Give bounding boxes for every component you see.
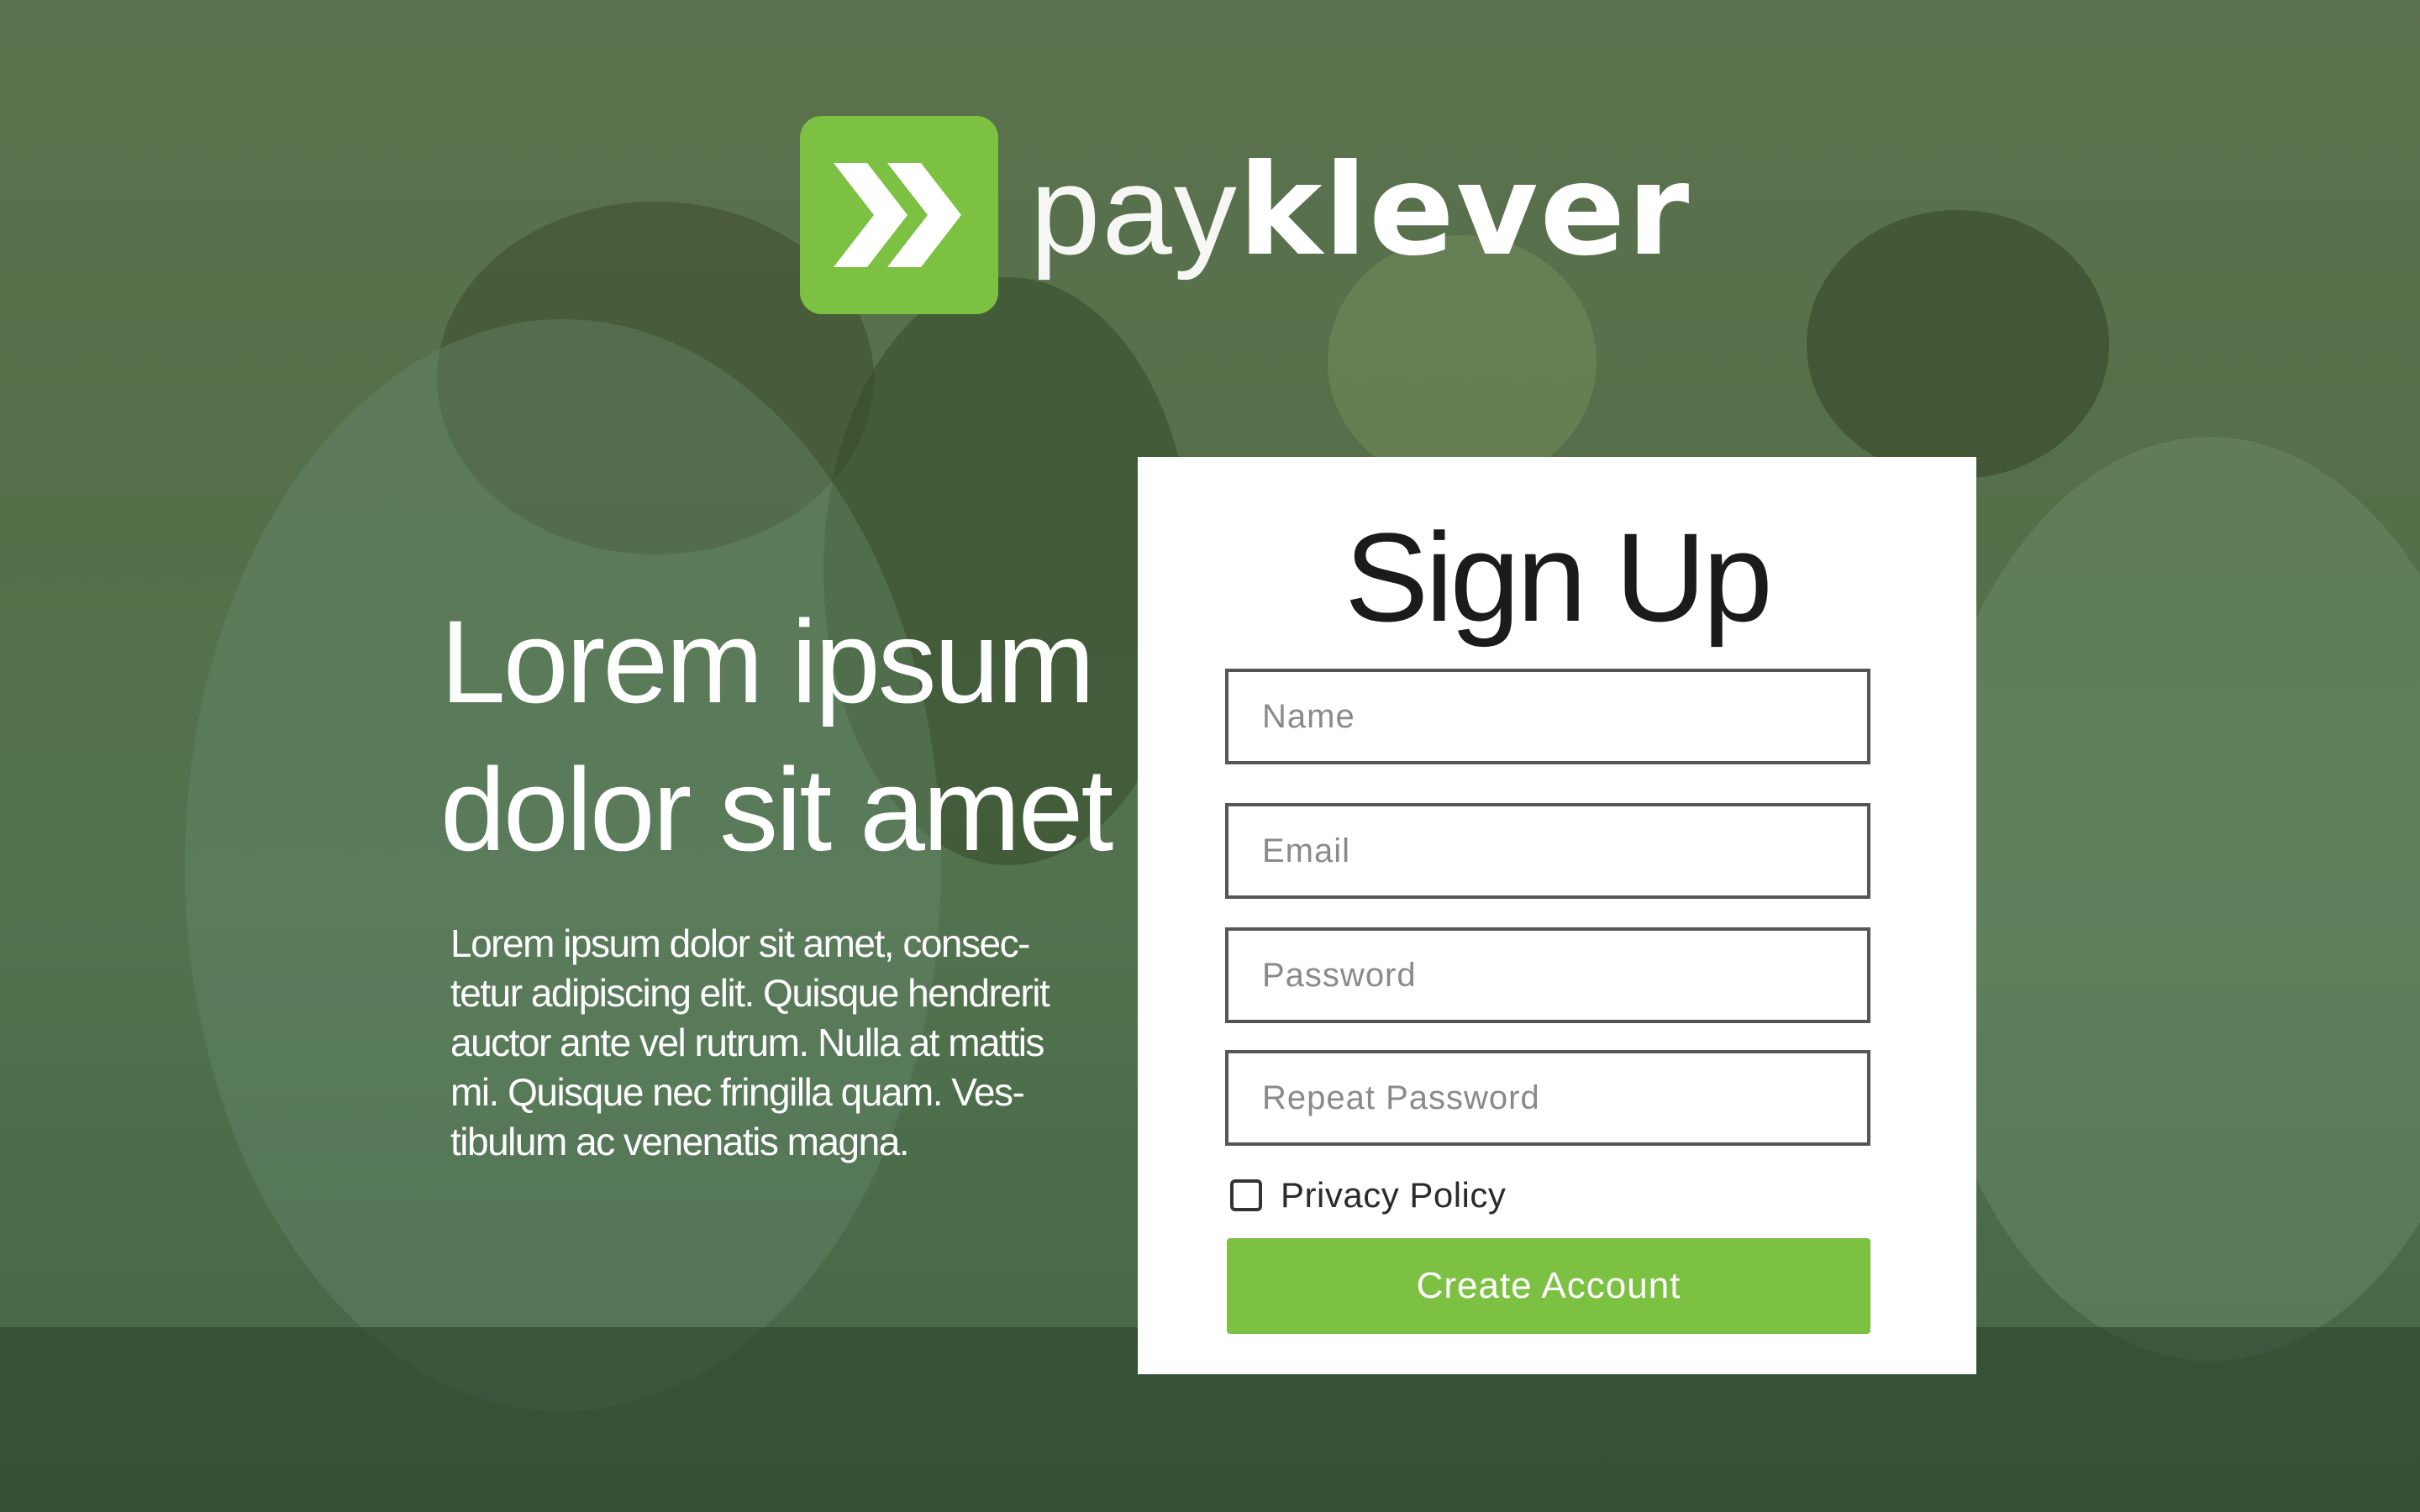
hero-description-line: tetur adipiscing elit. Quisque hendrerit: [450, 971, 1050, 1015]
brand-wordmark: payklever: [1030, 143, 1691, 278]
hero-description: Lorem ipsum dolor sit amet, consec- tetu…: [450, 919, 1089, 1167]
signup-title: Sign Up: [1344, 507, 1773, 648]
privacy-policy-checkbox[interactable]: [1230, 1179, 1262, 1211]
email-field[interactable]: [1225, 803, 1870, 899]
repeat-password-field[interactable]: [1225, 1050, 1870, 1146]
brand-name-light: pay: [1030, 139, 1239, 281]
hero-description-line: tibulum ac venenatis magna.: [450, 1120, 910, 1163]
logo-mark: [800, 116, 998, 314]
hero-description-line: mi. Quisque nec fringilla quam. Ves-: [450, 1070, 1025, 1114]
hero-description-line: Lorem ipsum dolor sit amet, consec-: [450, 921, 1030, 965]
privacy-policy-row[interactable]: Privacy Policy: [1230, 1171, 1818, 1221]
hero-title: Lorem ipsum dolor sit amet: [440, 588, 1129, 884]
hero-title-line: Lorem ipsum: [440, 596, 1095, 727]
name-field[interactable]: [1225, 669, 1870, 764]
create-account-button[interactable]: Create Account: [1227, 1238, 1870, 1334]
hero-title-line: dolor sit amet: [440, 743, 1113, 875]
privacy-policy-label[interactable]: Privacy Policy: [1281, 1174, 1506, 1216]
password-field[interactable]: [1225, 927, 1870, 1023]
hero-description-line: auctor ante vel rutrum. Nulla at mattis: [450, 1021, 1044, 1064]
brand-name-bold: klever: [1238, 138, 1691, 284]
double-chevron-right-icon: [834, 163, 961, 267]
signup-card: Sign Up Privacy Policy Create Account: [1138, 457, 1976, 1374]
